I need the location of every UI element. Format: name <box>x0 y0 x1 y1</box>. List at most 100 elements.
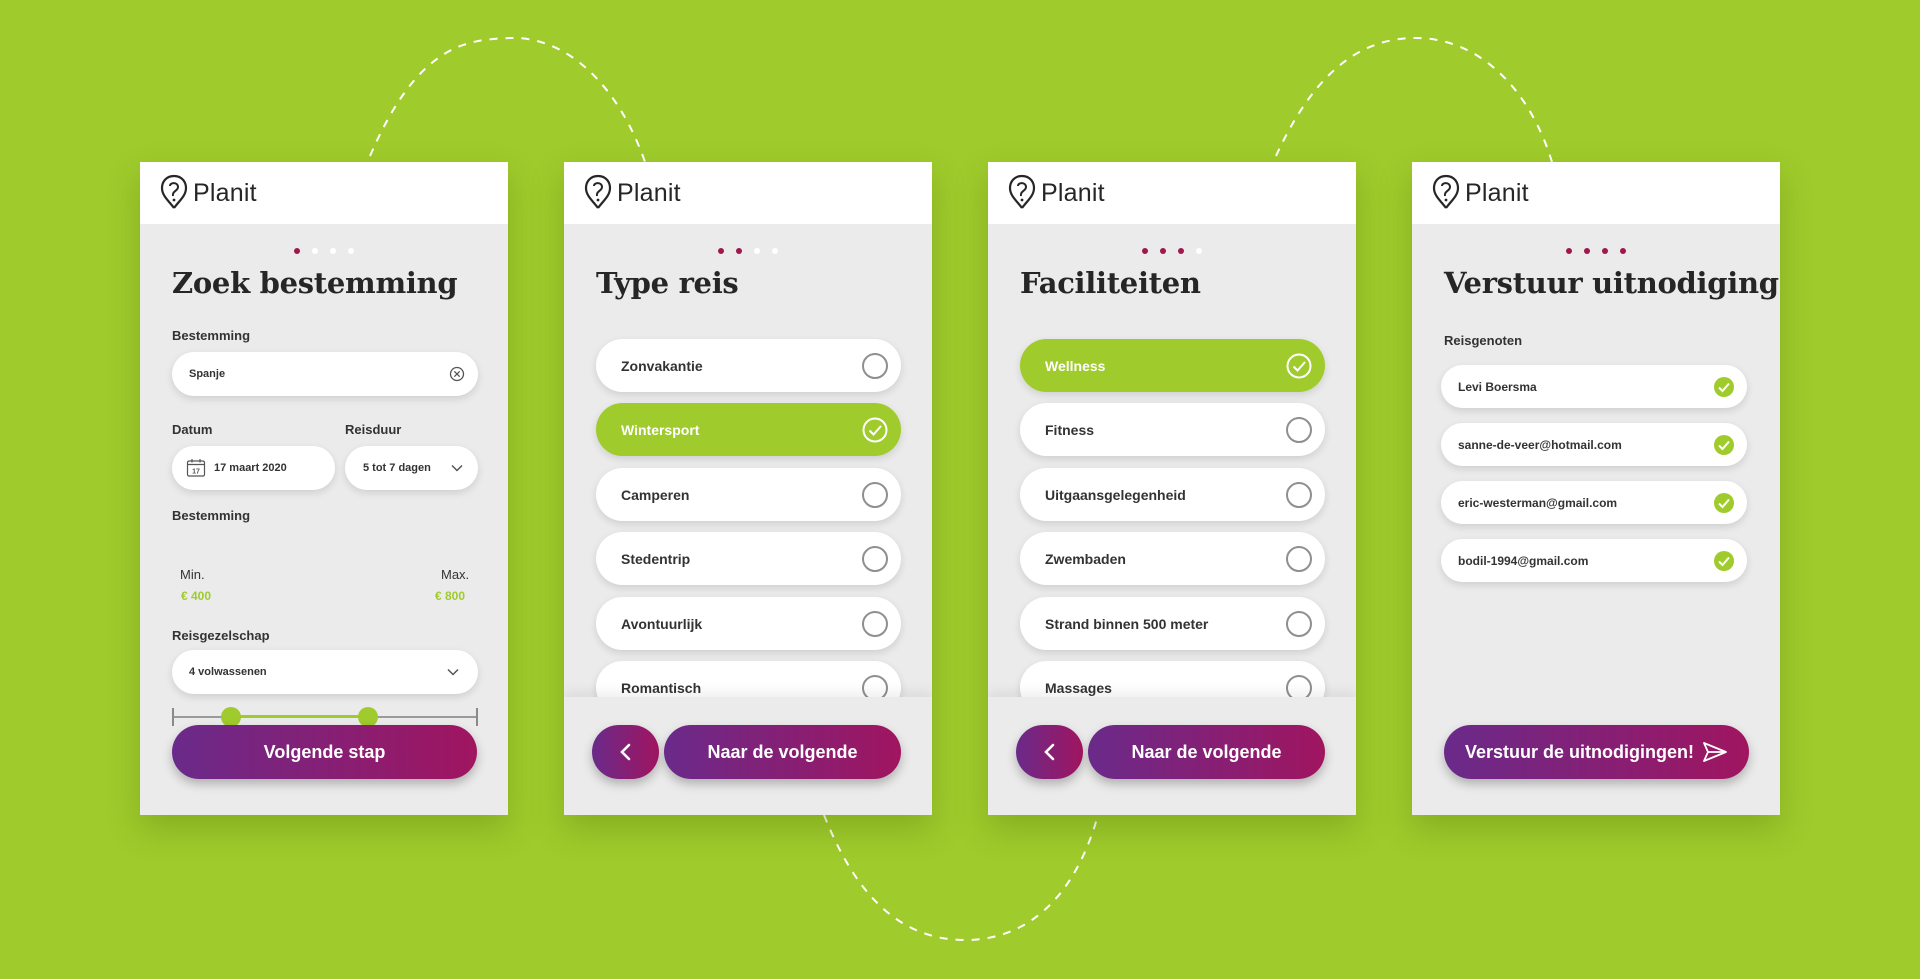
option-zonvakantie[interactable]: Zonvakantie <box>596 339 901 392</box>
check-circle-icon <box>862 417 888 442</box>
max-label: Max. <box>441 567 470 582</box>
progress-dots <box>140 248 508 254</box>
min-label: Min. <box>180 567 205 582</box>
duration-value: 5 tot 7 dagen <box>363 462 431 474</box>
check-circle-icon <box>1714 434 1734 455</box>
check-circle-icon <box>1714 550 1734 571</box>
progress-dot <box>1584 248 1590 254</box>
companion-name: bodil-1994@gmail.com <box>1458 553 1589 568</box>
max-value: € 800 <box>435 589 466 603</box>
progress-dot <box>736 248 742 254</box>
option-label: Zonvakantie <box>621 357 703 374</box>
companion-item[interactable]: sanne-de-veer@hotmail.com <box>1441 423 1747 466</box>
app-header: Planit <box>1412 162 1780 224</box>
option-label: Stedentrip <box>621 550 691 567</box>
option-camperen[interactable]: Camperen <box>596 468 901 521</box>
app-header: Planit <box>988 162 1356 224</box>
companion-item[interactable]: Levi Boersma <box>1441 365 1747 408</box>
option-label: Camperen <box>621 486 690 503</box>
clear-icon[interactable] <box>449 366 465 382</box>
company-label: Reisgezelschap <box>172 628 270 643</box>
brand-name: Planit <box>193 178 257 207</box>
progress-dot <box>772 248 778 254</box>
planit-logo-icon <box>160 174 188 209</box>
chevron-down-icon <box>447 668 459 676</box>
screen-search-destination: Planit Zoek bestemming Bestemming Spanje… <box>140 162 508 815</box>
brand-name: Planit <box>617 178 681 207</box>
progress-dot <box>330 248 336 254</box>
companion-name: Levi Boersma <box>1458 379 1537 394</box>
progress-dot <box>1620 248 1626 254</box>
radio-icon <box>862 481 888 508</box>
budget-range-slider[interactable] <box>172 706 478 727</box>
duration-label: Reisduur <box>345 422 402 437</box>
radio-icon <box>1286 416 1312 443</box>
min-value: € 400 <box>181 589 212 603</box>
check-circle-icon <box>1286 353 1312 378</box>
option-wellness[interactable]: Wellness <box>1020 339 1325 392</box>
option-uitgaansgelegenheid[interactable]: Uitgaansgelegenheid <box>1020 468 1325 521</box>
option-stedentrip[interactable]: Stedentrip <box>596 532 901 585</box>
date-value: 17 maart 2020 <box>214 462 287 474</box>
companions-label: Reisgenoten <box>1444 333 1523 348</box>
progress-dot <box>1566 248 1572 254</box>
check-circle-icon <box>1714 492 1734 513</box>
screen-facilities: Planit Faciliteiten Wellness Fitness Uit… <box>988 162 1356 815</box>
next-step-button[interactable]: Volgende stap <box>172 725 477 779</box>
radio-icon <box>862 610 888 637</box>
option-label: Strand binnen 500 meter <box>1045 615 1209 632</box>
slider-max-handle[interactable] <box>358 707 378 727</box>
radio-icon <box>862 545 888 572</box>
date-label: Datum <box>172 422 213 437</box>
radio-icon <box>1286 481 1312 508</box>
progress-dot <box>1142 248 1148 254</box>
progress-dots <box>1412 248 1780 254</box>
companion-item[interactable]: bodil-1994@gmail.com <box>1441 539 1747 582</box>
progress-dot <box>348 248 354 254</box>
companion-item[interactable]: eric-westerman@gmail.com <box>1441 481 1747 524</box>
option-fitness[interactable]: Fitness <box>1020 403 1325 456</box>
planit-logo-icon <box>1008 174 1036 209</box>
chevron-down-icon <box>451 464 463 472</box>
duration-select[interactable]: 5 tot 7 dagen <box>345 446 478 490</box>
company-select[interactable]: 4 volwassenen <box>172 650 478 694</box>
companion-name: eric-westerman@gmail.com <box>1458 495 1618 510</box>
progress-dots <box>988 248 1356 254</box>
option-label: Wellness <box>1045 357 1106 374</box>
progress-dot <box>1602 248 1608 254</box>
page-title: Type reis <box>596 266 739 300</box>
destination-label: Bestemming <box>172 328 251 343</box>
chevron-left-icon <box>1043 743 1054 761</box>
slider-min-handle[interactable] <box>221 707 241 727</box>
slider-min-tick <box>172 708 174 726</box>
calendar-icon-day: 17 <box>192 469 200 476</box>
progress-dot <box>718 248 724 254</box>
option-label: Romantisch <box>621 679 702 696</box>
destination-value: Spanje <box>189 368 226 380</box>
page-title: Faciliteiten <box>1020 266 1201 300</box>
option-strand[interactable]: Strand binnen 500 meter <box>1020 597 1325 650</box>
paper-plane-icon <box>1703 742 1727 762</box>
option-label: Massages <box>1045 679 1112 696</box>
check-circle-icon <box>1714 376 1734 397</box>
slider-max-tick <box>476 708 478 726</box>
planit-logo-icon <box>584 174 612 209</box>
planit-logo-icon <box>1432 174 1460 209</box>
option-zwembaden[interactable]: Zwembaden <box>1020 532 1325 585</box>
companion-name: sanne-de-veer@hotmail.com <box>1458 437 1622 452</box>
option-label: Avontuurlijk <box>621 615 703 632</box>
date-picker[interactable]: 17 17 maart 2020 <box>172 446 335 490</box>
progress-dot <box>1196 248 1202 254</box>
next-button[interactable]: Naar de volgende <box>1088 725 1325 779</box>
slider-selected-range <box>231 715 368 718</box>
send-invitations-button[interactable]: Verstuur de uitnodigingen! <box>1444 725 1749 779</box>
option-label: Uitgaansgelegenheid <box>1045 486 1186 503</box>
radio-icon <box>1286 545 1312 572</box>
back-button[interactable] <box>1016 725 1083 779</box>
option-label: Zwembaden <box>1045 550 1126 567</box>
next-button[interactable]: Naar de volgende <box>664 725 901 779</box>
destination-input[interactable]: Spanje <box>172 352 478 396</box>
option-avontuurlijk[interactable]: Avontuurlijk <box>596 597 901 650</box>
option-wintersport[interactable]: Wintersport <box>596 403 901 456</box>
back-button[interactable] <box>592 725 659 779</box>
